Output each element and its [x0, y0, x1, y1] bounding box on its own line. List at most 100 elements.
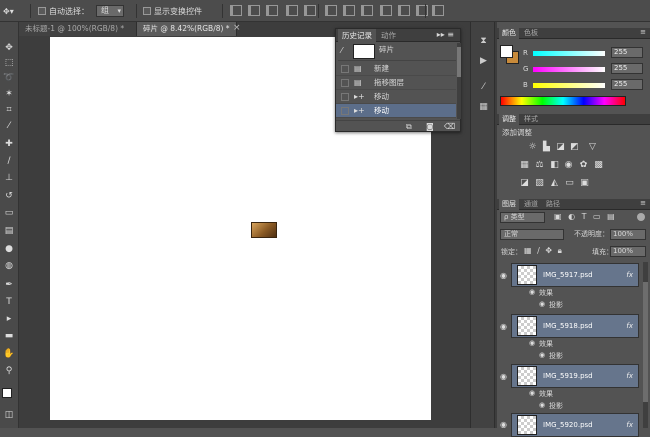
hue-saturation-icon[interactable]: ▦ [519, 160, 530, 171]
channel-mixer-icon[interactable]: ✿ [578, 160, 589, 171]
tab-color[interactable]: 颜色 [499, 28, 519, 39]
layer-name[interactable]: IMG_5919.psd [543, 365, 593, 387]
presets-panel-icon[interactable]: ▦ [478, 102, 489, 113]
lock-icons[interactable]: ▦ ∕ ✥ 🔒︎ [524, 246, 562, 256]
auto-align-icon[interactable] [432, 5, 444, 16]
document-tab[interactable]: 未标题-1 @ 100%(RGB/8) * [19, 22, 137, 36]
fx-icon[interactable]: fx [626, 315, 633, 337]
fill-field[interactable]: 100% [610, 246, 646, 257]
align-left-icon[interactable] [286, 5, 298, 16]
brush-tool-icon[interactable]: ∕ [3, 155, 15, 167]
magic-wand-tool-icon[interactable]: ✶ [3, 88, 15, 100]
effect-visibility-icon[interactable]: ◉ [539, 401, 545, 409]
blue-slider[interactable]: B 255 [519, 79, 647, 91]
color-foreground-swatch[interactable] [500, 45, 513, 58]
tab-history[interactable]: 历史记录 [338, 29, 376, 42]
distribute-left-icon[interactable] [380, 5, 392, 16]
crop-tool-icon[interactable]: ⌗ [3, 104, 15, 116]
state-checkbox[interactable] [341, 107, 349, 115]
actions-panel-icon[interactable]: ▶ [478, 56, 489, 67]
brush-panel-icon[interactable]: ⁄ [478, 82, 489, 93]
zoom-tool-icon[interactable]: ⚲ [3, 365, 15, 377]
visibility-eye-icon[interactable]: ◉ [500, 322, 507, 331]
checkbox[interactable] [143, 7, 151, 15]
gradient-tool-icon[interactable]: ▤ [3, 225, 15, 237]
color-spectrum-bar[interactable] [500, 96, 626, 106]
show-transform-checkbox[interactable]: 显示变换控件 [143, 4, 202, 18]
state-checkbox[interactable] [341, 93, 349, 101]
align-top-icon[interactable] [230, 5, 242, 16]
history-scrollbar[interactable] [457, 43, 461, 119]
layer-filter-dropdown[interactable]: ρ 类型 [500, 212, 545, 223]
history-snapshot[interactable]: ⁄ 碎片 [338, 43, 456, 61]
blue-value[interactable]: 255 [611, 79, 643, 90]
filter-toggle-icon[interactable] [637, 213, 645, 221]
brightness-icon[interactable]: ☼ [527, 142, 538, 153]
visibility-eye-icon[interactable]: ◉ [500, 271, 507, 280]
effect-visibility-icon[interactable]: ◉ [529, 389, 535, 397]
trash-icon[interactable]: ⌫ [444, 122, 455, 131]
blue-track[interactable] [533, 83, 605, 88]
threshold-icon[interactable]: ◭ [549, 178, 560, 189]
rectangle-tool-icon[interactable]: ▬ [3, 330, 15, 342]
history-brush-tool-icon[interactable]: ↺ [3, 190, 15, 202]
opacity-field[interactable]: 100% [610, 229, 646, 240]
panel-menu-icon[interactable]: ▸▸ ≡ [437, 30, 454, 39]
color-lookup-icon[interactable]: ▩ [593, 160, 604, 171]
close-tab-icon[interactable]: × [233, 23, 241, 33]
history-state[interactable]: ▸+ 移动 [336, 90, 456, 104]
fx-icon[interactable]: fx [626, 365, 633, 387]
eraser-tool-icon[interactable]: ▭ [3, 207, 15, 219]
history-state-selected[interactable]: ▸+ 移动 [336, 104, 456, 118]
blur-tool-icon[interactable]: ● [3, 243, 15, 255]
state-checkbox[interactable] [341, 65, 349, 73]
effect-visibility-icon[interactable]: ◉ [539, 300, 545, 308]
history-state[interactable]: ▤ 新建 [336, 62, 456, 76]
red-slider[interactable]: R 255 [519, 47, 647, 59]
layer-name[interactable]: IMG_5917.psd [543, 264, 593, 286]
green-value[interactable]: 255 [611, 63, 643, 74]
layer-row[interactable]: IMG_5920.psd fx [511, 413, 639, 437]
move-tool-icon[interactable]: ✥ [3, 42, 15, 54]
layer-row[interactable]: IMG_5917.psd fx [511, 263, 639, 287]
blend-mode-dropdown[interactable]: 正常 [500, 229, 564, 240]
dodge-tool-icon[interactable]: ◍ [3, 260, 15, 272]
distribute-hcenter-icon[interactable] [398, 5, 410, 16]
type-tool-icon[interactable]: T [3, 296, 15, 308]
distribute-right-icon[interactable] [416, 5, 428, 16]
checkbox[interactable] [38, 7, 46, 15]
lasso-tool-icon[interactable]: ➰ [3, 72, 15, 84]
red-value[interactable]: 255 [611, 47, 643, 58]
invert-icon[interactable]: ◪ [519, 178, 530, 189]
gradient-map-icon[interactable]: ▭ [564, 178, 575, 189]
image-layer-thumbnail[interactable] [251, 222, 277, 238]
scrollbar-thumb[interactable] [643, 282, 648, 402]
layer-name[interactable]: IMG_5920.psd [543, 414, 593, 436]
marquee-tool-icon[interactable]: ⬚ [3, 57, 15, 69]
tab-swatches[interactable]: 色板 [521, 28, 541, 39]
history-state[interactable]: ▤ 拖移图层 [336, 76, 456, 90]
levels-icon[interactable]: ▙ [541, 142, 552, 153]
distribute-bottom-icon[interactable] [361, 5, 373, 16]
red-track[interactable] [533, 51, 605, 56]
green-track[interactable] [533, 67, 605, 72]
selective-color-icon[interactable]: ▣ [579, 178, 590, 189]
stamp-tool-icon[interactable]: ⊥ [3, 172, 15, 184]
foreground-color-swatch[interactable] [2, 388, 12, 398]
history-panel-icon[interactable]: ⧗ [478, 36, 489, 47]
black-white-icon[interactable]: ◧ [549, 160, 560, 171]
tab-adjustments[interactable]: 调整 [499, 114, 519, 125]
layer-filter-icons[interactable]: ▣ ◐ T ▭ ▤ [554, 212, 615, 221]
posterize-icon[interactable]: ▨ [534, 178, 545, 189]
auto-select-checkbox[interactable]: 自动选择： [38, 4, 89, 18]
vibrance-icon[interactable]: ▽ [587, 142, 598, 153]
path-selection-tool-icon[interactable]: ▸ [3, 313, 15, 325]
visibility-eye-icon[interactable]: ◉ [500, 372, 507, 381]
layer-name[interactable]: IMG_5918.psd [543, 315, 593, 337]
document-tab-active[interactable]: 碎片 @ 8.42%(RGB/8) * [137, 22, 237, 36]
hand-tool-icon[interactable]: ✋ [3, 348, 15, 360]
auto-select-dropdown[interactable]: 组 [96, 4, 124, 18]
tab-styles[interactable]: 样式 [521, 114, 541, 125]
camera-icon[interactable]: ◙ [426, 122, 434, 131]
effect-visibility-icon[interactable]: ◉ [529, 288, 535, 296]
